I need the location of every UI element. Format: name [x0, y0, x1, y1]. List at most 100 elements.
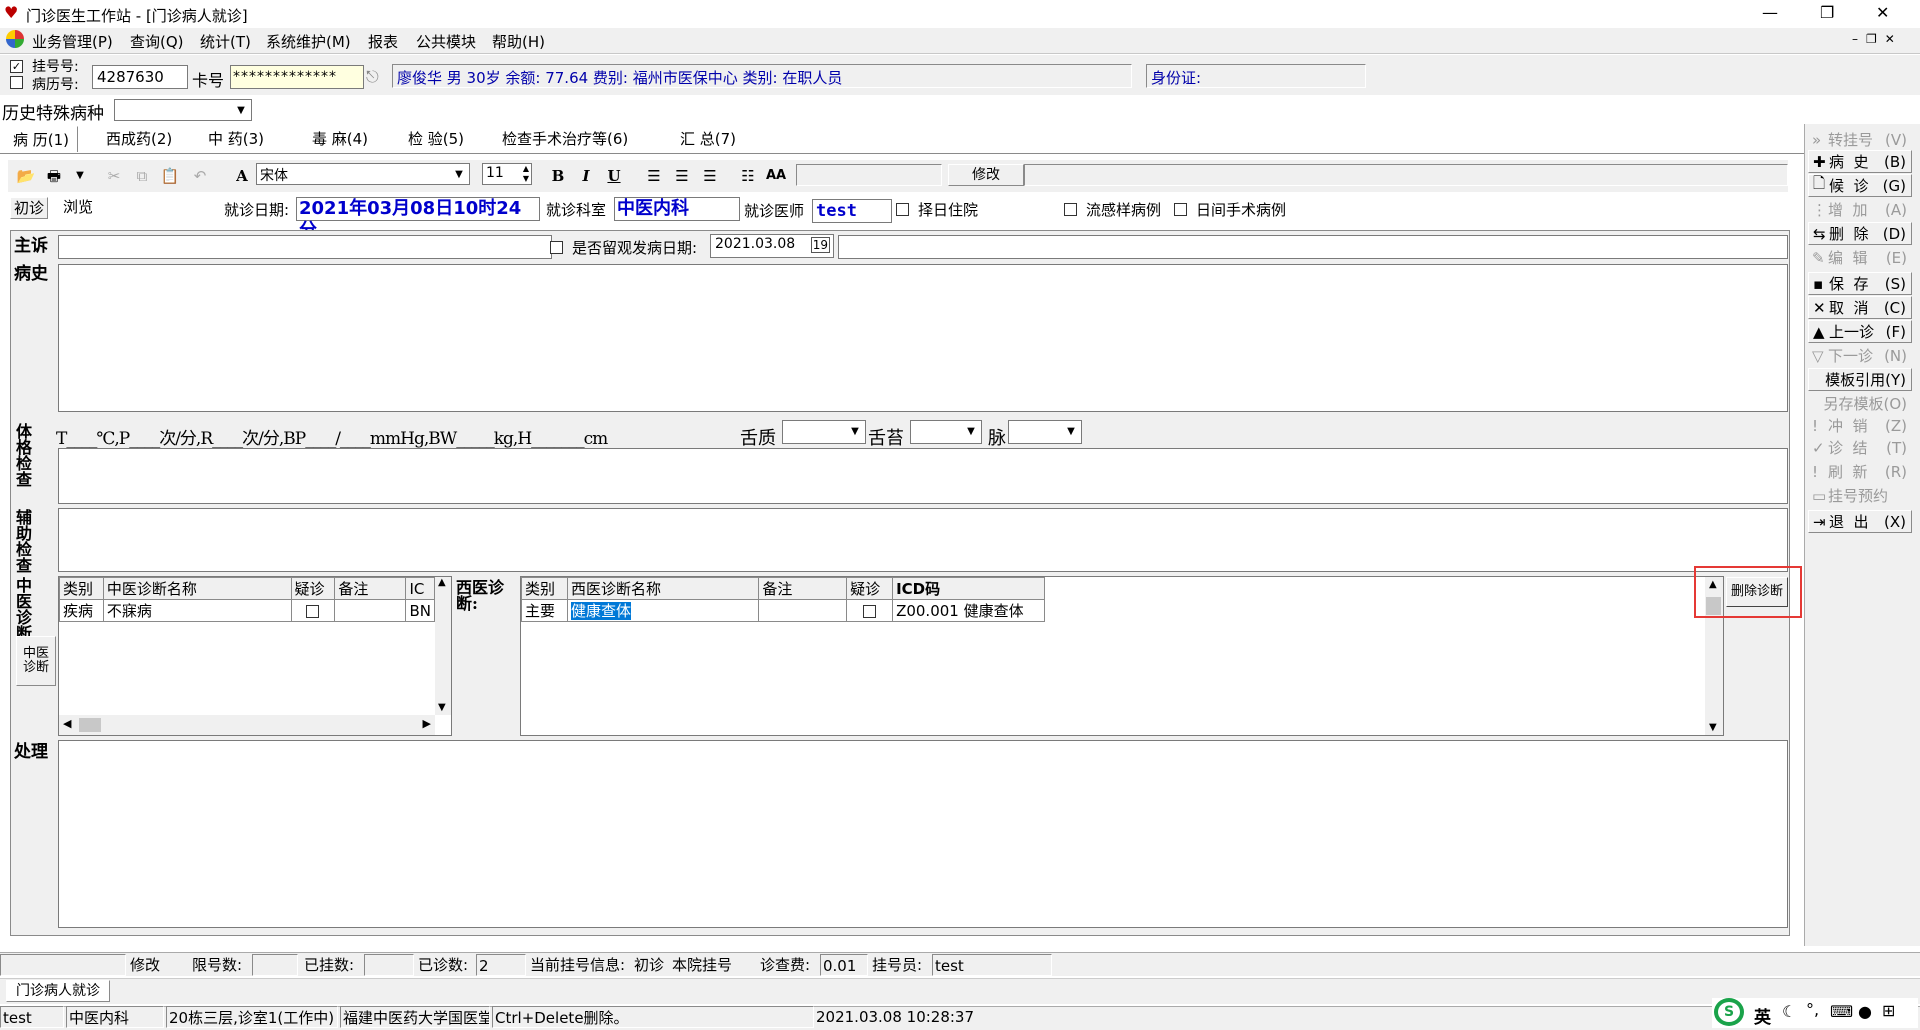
table-row[interactable]: 主要 健康查体 Z00.001 健康查体 — [521, 599, 1045, 622]
sidebar-button-10[interactable]: 模板引用 (Y) — [1808, 368, 1912, 391]
menu-item-business[interactable]: 业务管理(P) — [32, 31, 113, 52]
font-size-input[interactable]: 11 ▲ ▼ — [482, 163, 532, 185]
punct-icon[interactable]: °, — [1806, 1000, 1819, 1019]
bold-icon[interactable]: B — [548, 166, 568, 186]
sidebar-button-7[interactable]: ✕ 取 消 (C) — [1808, 296, 1912, 319]
doc-tab-outpatient[interactable]: 门诊病人就诊 — [6, 980, 110, 1002]
bullet-list-icon[interactable]: ☷ — [738, 166, 758, 186]
flu-checkbox[interactable] — [1064, 203, 1077, 216]
minimize-button[interactable]: — — [1762, 3, 1778, 22]
sidebar-button-3[interactable]: ⋮ 增 加 (A) — [1808, 198, 1912, 221]
sidebar-button-5[interactable]: ✎ 编 辑 (E) — [1808, 246, 1912, 269]
align-right-icon[interactable]: ☰ — [700, 166, 720, 186]
close-button[interactable]: ✕ — [1876, 3, 1889, 22]
grid-icon[interactable]: ⊞ — [1882, 1001, 1895, 1020]
card-reader-icon[interactable]: ⎋ — [366, 67, 379, 87]
sidebar-button-15[interactable]: ▭ 挂号预约 — [1808, 484, 1912, 507]
tab-exam-surgery[interactable]: 检查手术治疗等(6) — [494, 126, 636, 152]
cell-suspect[interactable] — [846, 599, 894, 622]
visit-dept-input[interactable]: 中医内科 — [614, 197, 740, 221]
tab-summary[interactable]: 汇 总(7) — [672, 126, 744, 152]
tab-medical-record[interactable]: 病 历(1) — [4, 126, 79, 152]
sidebar-button-12[interactable]: ! 冲 销 (Z) — [1808, 414, 1912, 437]
record-no-checkbox[interactable] — [10, 76, 23, 89]
sidebar-button-4[interactable]: ⇆ 删 除 (D) — [1808, 222, 1912, 245]
sidebar-button-8[interactable]: ▲ 上一诊 (F) — [1808, 320, 1912, 343]
underline-icon[interactable]: U — [604, 166, 624, 186]
font-size-change-icon[interactable]: AA — [766, 166, 786, 186]
reg-no-checkbox[interactable]: ✓ — [10, 60, 23, 73]
sidebar-button-13[interactable]: ✓ 诊 结 (T) — [1808, 436, 1912, 459]
cell-suspect[interactable] — [290, 599, 336, 622]
scroll-down-icon[interactable]: ▼ — [1709, 722, 1717, 733]
chief-complaint-input[interactable] — [58, 235, 552, 259]
mode-browse[interactable]: 浏览 — [58, 197, 98, 219]
scroll-right-icon[interactable]: ▶ — [423, 717, 431, 730]
delete-diagnosis-button[interactable]: 删除诊断 — [1726, 577, 1788, 607]
auxiliary-exam-input[interactable] — [58, 508, 1788, 572]
tcm-diagnosis-side-button[interactable]: 中医诊断 — [16, 636, 56, 686]
vitals-template[interactable]: T____℃,P____次/分,R____次/分,BP____/____mmHg… — [56, 424, 608, 449]
ime-lang[interactable]: 英 — [1754, 1003, 1771, 1028]
mode-first-visit[interactable]: 初诊 — [10, 197, 48, 219]
chief-complaint-rest[interactable] — [838, 235, 1788, 259]
visit-doctor-input[interactable]: test — [812, 199, 892, 223]
cell-name[interactable]: 健康查体 — [566, 599, 760, 622]
font-name-select[interactable]: 宋体 ▼ — [256, 163, 470, 185]
record-no-input[interactable]: 4287630 — [92, 65, 188, 89]
observe-date-input[interactable]: 2021.03.08 19 — [710, 234, 834, 258]
visit-date-input[interactable]: 2021年03月08日10时24分 — [296, 197, 540, 241]
ime-toolbar[interactable]: S 英 ☾ °, ⌨ ● ⊞ — [1712, 998, 1918, 1028]
tab-chinese-medicine[interactable]: 中 药(3) — [200, 126, 272, 152]
tcm-vscrollbar[interactable]: ▲ ▼ — [435, 577, 451, 715]
menu-item-public[interactable]: 公共模块 — [416, 31, 476, 52]
sidebar-button-11[interactable]: 另存模板 (O) — [1808, 392, 1912, 415]
western-diagnosis-grid[interactable]: 类别 西医诊断名称 备注 疑诊 ICD码 主要 健康查体 Z00.001 健康查… — [520, 576, 1724, 736]
suspect-checkbox[interactable] — [306, 604, 320, 618]
scroll-down-icon[interactable]: ▼ — [438, 702, 446, 713]
paste-icon[interactable]: 📋 — [160, 166, 180, 186]
calendar-icon[interactable]: 19 — [810, 237, 830, 253]
sidebar-button-9[interactable]: ▽ 下一诊 (N) — [1808, 344, 1912, 367]
table-row[interactable]: 疾病 不寐病 BN — [59, 599, 435, 622]
physical-exam-input[interactable] — [58, 448, 1788, 504]
sidebar-button-14[interactable]: ! 刷 新 (R) — [1808, 460, 1912, 483]
moon-icon[interactable]: ☾ — [1782, 1002, 1796, 1021]
history-disease-select[interactable]: ▼ — [114, 99, 252, 121]
align-center-icon[interactable]: ☰ — [672, 166, 692, 186]
tcm-diagnosis-grid[interactable]: 类别 中医诊断名称 疑诊 备注 IC 疾病 不寐病 BN ▲ ▼ ◀ ▶ — [58, 576, 452, 736]
suspect-checkbox[interactable] — [863, 604, 877, 618]
tab-western-medicine[interactable]: 西成药(2) — [98, 126, 180, 152]
sidebar-button-1[interactable]: ✚ 病 史 (B) — [1808, 150, 1912, 173]
pulse-select[interactable]: ▼ — [1008, 420, 1082, 444]
open-icon[interactable]: 📂 — [16, 166, 36, 186]
menu-item-query[interactable]: 查询(Q) — [130, 31, 184, 52]
scroll-left-icon[interactable]: ◀ — [63, 717, 71, 730]
sidebar-button-0[interactable]: » 转挂号 (V) — [1808, 128, 1912, 151]
menu-item-system[interactable]: 系统维护(M) — [266, 31, 351, 52]
dayop-checkbox[interactable] — [1174, 203, 1187, 216]
card-input[interactable]: ************* — [230, 65, 364, 89]
print-dropdown-icon[interactable]: ▼ — [70, 166, 90, 186]
history-input[interactable] — [58, 264, 1788, 412]
modify-button[interactable]: 修改 — [948, 164, 1024, 186]
coating-select[interactable]: ▼ — [910, 420, 982, 444]
menu-item-stats[interactable]: 统计(T) — [200, 31, 251, 52]
italic-icon[interactable]: I — [576, 166, 596, 186]
scroll-thumb[interactable] — [79, 718, 101, 732]
scroll-up-icon[interactable]: ▲ — [438, 577, 446, 588]
tcm-hscrollbar[interactable]: ◀ ▶ — [59, 715, 435, 735]
spinner-icon[interactable]: ▲ ▼ — [523, 164, 529, 184]
sidebar-button-6[interactable]: ▪ 保 存 (S) — [1808, 272, 1912, 295]
tab-narcotics[interactable]: 毒 麻(4) — [304, 126, 376, 152]
menu-item-help[interactable]: 帮助(H) — [492, 31, 545, 52]
observe-checkbox[interactable] — [550, 241, 563, 254]
align-left-icon[interactable]: ☰ — [644, 166, 664, 186]
menu-item-report[interactable]: 报表 — [368, 31, 398, 52]
keyboard-icon[interactable]: ⌨ — [1830, 1002, 1853, 1021]
sidebar-button-2[interactable]: 🗋 候 诊 (G) — [1808, 174, 1912, 197]
mdi-controls[interactable]: –❐✕ — [1852, 32, 1903, 46]
tab-lab[interactable]: 检 验(5) — [400, 126, 472, 152]
tongue-select[interactable]: ▼ — [782, 420, 866, 444]
restore-button[interactable]: ❐ — [1820, 3, 1834, 22]
